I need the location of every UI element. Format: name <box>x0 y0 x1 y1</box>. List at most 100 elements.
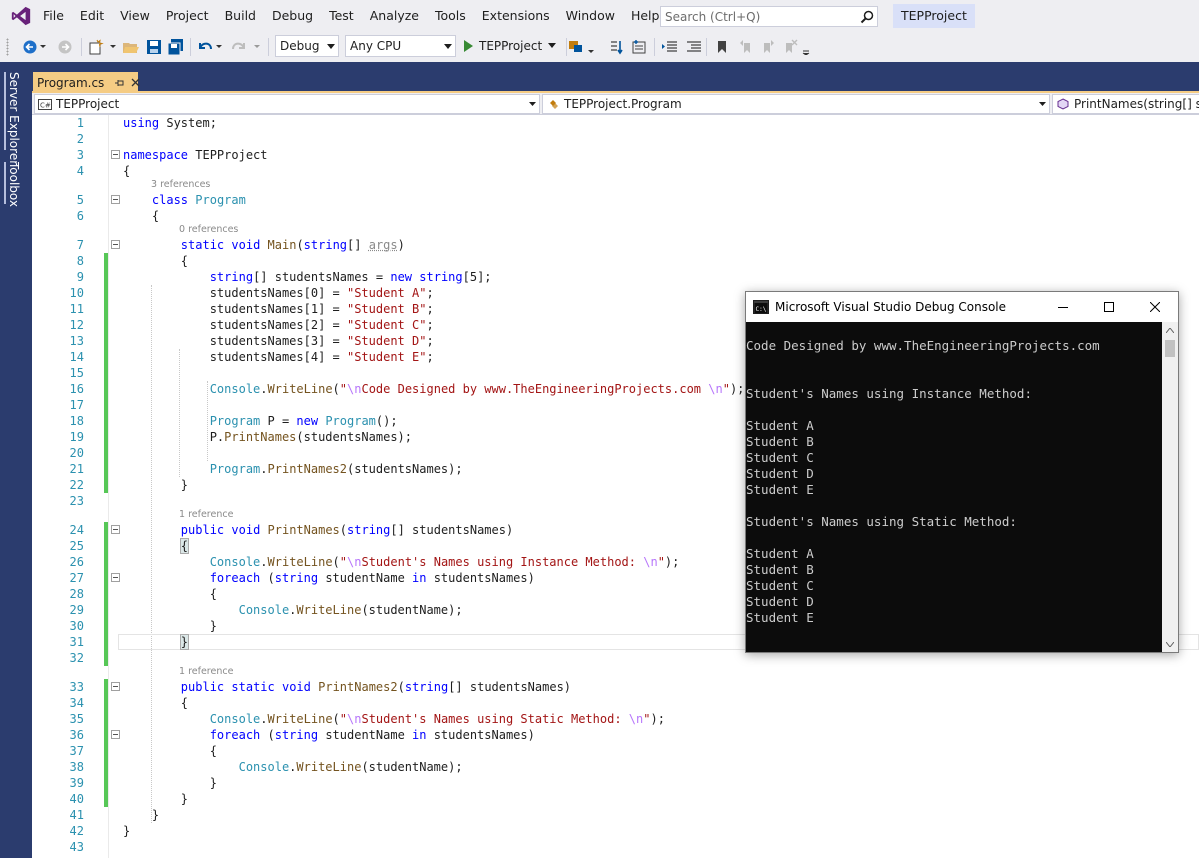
collapse-icon[interactable] <box>111 573 120 582</box>
solution-configuration-dropdown[interactable]: Debug <box>275 35 339 57</box>
toolbar-separator <box>654 38 655 56</box>
member-dropdown[interactable]: PrintNames(string[] studentsNames) <box>1052 94 1199 114</box>
search-box[interactable]: Search (Ctrl+Q) <box>660 6 878 27</box>
code-line[interactable]: 4{ <box>32 163 1199 179</box>
step-over-button[interactable] <box>630 36 650 58</box>
bookmark-button[interactable] <box>712 36 732 58</box>
pin-icon[interactable] <box>114 77 125 89</box>
code-line[interactable]: 9 string[] studentsNames = new string[5]… <box>32 269 1199 285</box>
search-input[interactable]: Search (Ctrl+Q) <box>661 10 857 24</box>
menu-item[interactable]: Test <box>321 0 362 32</box>
console-scrollbar[interactable] <box>1162 322 1178 652</box>
change-marker <box>104 775 108 791</box>
maximize-button[interactable] <box>1086 292 1132 322</box>
toolbar-overflow-button[interactable] <box>800 36 812 58</box>
code-line[interactable]: 40 } <box>32 791 1199 807</box>
toggle-diagnostics-button[interactable] <box>566 36 598 58</box>
close-icon[interactable] <box>131 77 140 89</box>
solution-platform-dropdown[interactable]: Any CPU <box>345 35 456 57</box>
code-line[interactable]: 39 } <box>32 775 1199 791</box>
scroll-thumb[interactable] <box>1165 340 1175 357</box>
minimize-button[interactable] <box>1040 292 1086 322</box>
navigate-forward-button[interactable] <box>55 36 75 58</box>
save-button[interactable] <box>145 36 163 58</box>
change-marker <box>104 253 108 269</box>
code-text: { <box>123 743 217 759</box>
collapse-icon[interactable] <box>111 682 120 691</box>
class-dropdown[interactable]: TEPProject.Program <box>542 94 1050 114</box>
code-text: } <box>123 477 188 493</box>
menu-item[interactable]: Tools <box>427 0 474 32</box>
collapse-icon[interactable] <box>111 240 120 249</box>
next-bookmark-button[interactable] <box>758 36 778 58</box>
menu-item[interactable]: View <box>112 0 158 32</box>
code-line[interactable]: 1 using System; <box>32 115 1199 131</box>
line-number: 39 <box>32 775 84 791</box>
console-output[interactable]: Code Designed by www.TheEngineeringProje… <box>746 322 1162 652</box>
collapse-icon[interactable] <box>111 730 120 739</box>
menu-item[interactable]: File <box>35 0 72 32</box>
code-line[interactable]: 2 <box>32 131 1199 147</box>
navigate-back-button[interactable] <box>22 36 48 58</box>
new-project-button[interactable] <box>88 36 118 58</box>
code-line[interactable]: 43 <box>32 839 1199 855</box>
clear-bookmarks-button[interactable] <box>780 36 800 58</box>
visual-studio-logo-icon[interactable] <box>10 5 32 27</box>
toolbox-tab[interactable]: Toolbox <box>7 162 21 207</box>
undo-button[interactable] <box>196 36 224 58</box>
code-line[interactable]: 5 class Program <box>32 192 1199 208</box>
code-line[interactable]: 38 Console.WriteLine(studentName); <box>32 759 1199 775</box>
code-line[interactable]: 36 foreach (string studentName in studen… <box>32 727 1199 743</box>
code-line[interactable]: 6 { <box>32 208 1199 224</box>
menu-item[interactable]: Analyze <box>362 0 427 32</box>
line-number: 3 <box>32 147 84 163</box>
line-number: 2 <box>32 131 84 147</box>
menu-item[interactable]: Debug <box>264 0 321 32</box>
menu-item[interactable]: Build <box>217 0 264 32</box>
chevron-down-icon[interactable] <box>547 43 557 49</box>
collapse-icon[interactable] <box>111 150 120 159</box>
menu-item[interactable]: Project <box>158 0 217 32</box>
outdent-button[interactable] <box>660 36 680 58</box>
code-line[interactable]: 33 public static void PrintNames2(string… <box>32 679 1199 695</box>
redo-button[interactable] <box>230 36 262 58</box>
console-title-bar[interactable]: C:\ Microsoft Visual Studio Debug Consol… <box>746 292 1178 322</box>
code-line[interactable]: 34 { <box>32 695 1199 711</box>
code-line[interactable]: 42} <box>32 823 1199 839</box>
code-line[interactable]: 7 static void Main(string[] args) <box>32 237 1199 253</box>
scroll-up-icon[interactable] <box>1162 322 1178 338</box>
codelens-references[interactable]: 1 reference <box>179 665 233 679</box>
code-line[interactable]: 35 Console.WriteLine("\nStudent's Names … <box>32 711 1199 727</box>
indent-button[interactable] <box>684 36 704 58</box>
change-marker <box>104 397 108 413</box>
start-debugging-button[interactable]: TEPProject <box>462 36 557 56</box>
code-line[interactable]: 3 namespace TEPProject <box>32 147 1199 163</box>
scroll-down-icon[interactable] <box>1162 636 1178 652</box>
collapse-icon[interactable] <box>111 525 120 534</box>
menu-item[interactable]: Edit <box>72 0 112 32</box>
line-number: 1 <box>32 115 84 131</box>
codelens-references[interactable]: 1 reference <box>179 508 233 522</box>
step-into-button[interactable] <box>608 36 628 58</box>
code-line[interactable]: 37 { <box>32 743 1199 759</box>
tab-program-cs[interactable]: Program.cs <box>33 72 138 93</box>
save-all-button[interactable] <box>166 36 186 58</box>
code-line[interactable]: 41 } <box>32 807 1199 823</box>
collapse-icon[interactable] <box>111 195 120 204</box>
previous-bookmark-button[interactable] <box>736 36 756 58</box>
codelens-references[interactable]: 3 references <box>151 178 210 192</box>
line-number: 20 <box>32 445 84 461</box>
change-marker <box>104 759 108 775</box>
code-line[interactable]: 8 { <box>32 253 1199 269</box>
close-button[interactable] <box>1132 292 1178 322</box>
chevron-down-icon <box>525 102 539 106</box>
open-file-button[interactable] <box>121 36 141 58</box>
console-line: Student E <box>746 482 814 498</box>
search-icon[interactable] <box>857 7 877 26</box>
toolbar-grip[interactable] <box>6 38 9 56</box>
codelens-references[interactable]: 0 references <box>179 223 238 237</box>
server-explorer-tab[interactable]: Server Explorer <box>7 72 21 165</box>
project-dropdown[interactable]: C# TEPProject <box>34 94 540 114</box>
menu-item[interactable]: Extensions <box>474 0 558 32</box>
menu-item[interactable]: Window <box>558 0 623 32</box>
